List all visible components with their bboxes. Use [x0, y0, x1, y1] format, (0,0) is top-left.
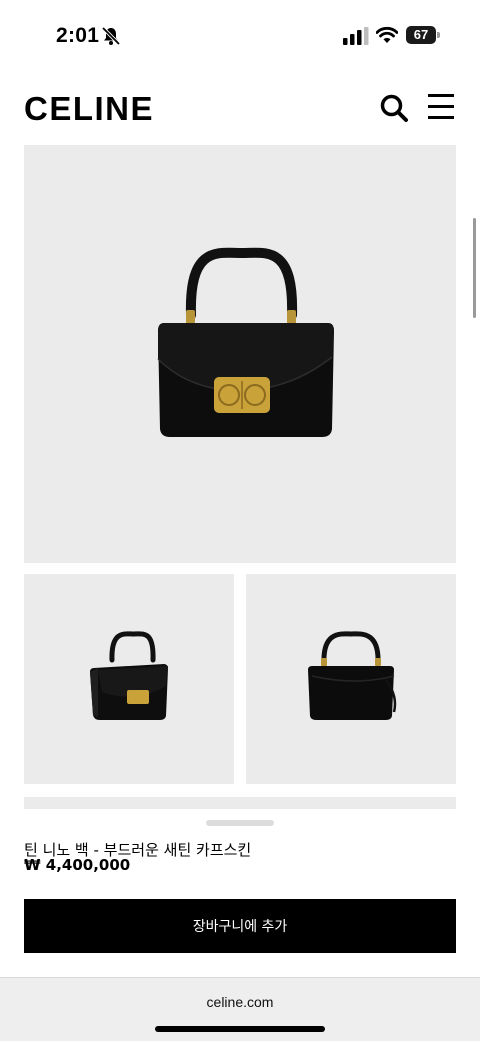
product-main-image[interactable] [24, 145, 456, 563]
search-icon[interactable] [378, 92, 410, 124]
status-bar: 2:01 67 [0, 0, 480, 70]
product-price: ₩ 4,400,000 [24, 856, 131, 874]
add-to-cart-button[interactable]: 장바구니에 추가 [24, 899, 456, 953]
menu-line [428, 94, 454, 97]
product-image-next[interactable] [24, 797, 456, 809]
status-time: 2:01 [56, 24, 100, 47]
product-thumbnail-back[interactable] [246, 574, 456, 784]
signal-icon [343, 27, 369, 45]
product-thumbnail-angle[interactable] [24, 574, 234, 784]
menu-line [428, 116, 454, 119]
sheet-handle[interactable] [206, 820, 274, 826]
url-text[interactable]: celine.com [0, 994, 480, 1010]
handbag-back-illustration [308, 631, 397, 720]
menu-icon[interactable] [428, 94, 456, 122]
home-indicator[interactable] [155, 1026, 325, 1032]
handbag-front-illustration [157, 247, 334, 437]
battery-indicator: 67 [406, 26, 440, 44]
wifi-icon [376, 26, 398, 43]
browser-address-bar[interactable]: celine.com [0, 977, 480, 1041]
handbag-angle-illustration [90, 631, 168, 720]
battery-tip [437, 32, 440, 38]
scrollbar[interactable] [473, 218, 476, 318]
celine-logo[interactable]: CELINE [24, 90, 154, 128]
site-header: CELINE [0, 80, 480, 136]
battery-level: 67 [406, 26, 436, 44]
bell-slash-icon [101, 26, 121, 46]
menu-line [428, 105, 454, 108]
